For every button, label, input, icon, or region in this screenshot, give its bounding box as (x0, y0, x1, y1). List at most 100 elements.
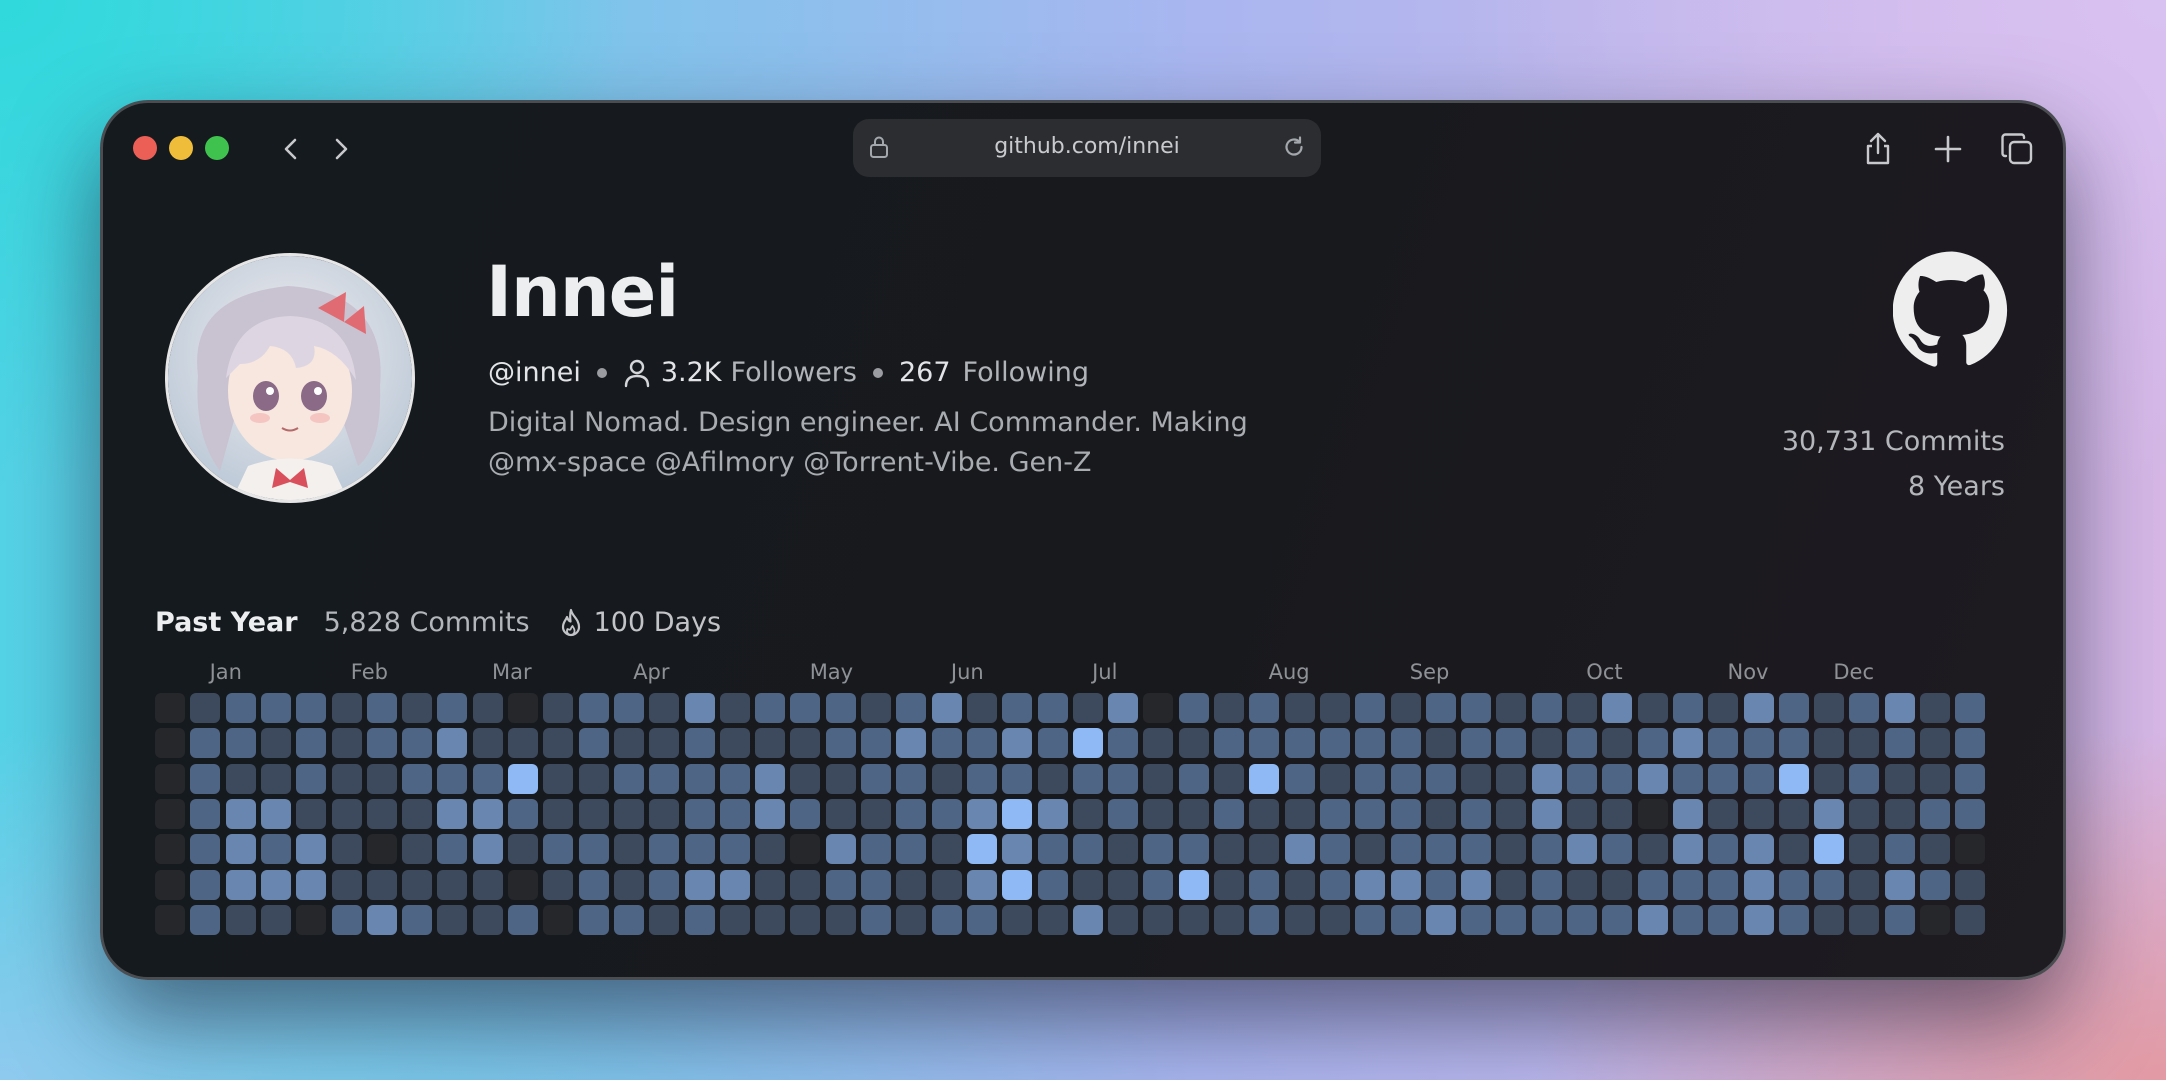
contribution-cell[interactable] (755, 904, 786, 935)
contribution-cell[interactable] (1355, 798, 1386, 829)
contribution-cell[interactable] (1708, 834, 1739, 865)
contribution-cell[interactable] (402, 834, 433, 865)
contribution-cell[interactable] (755, 693, 786, 723)
contribution-cell[interactable] (1390, 834, 1421, 865)
contribution-cell[interactable] (825, 763, 856, 794)
contribution-cell[interactable] (1214, 834, 1244, 865)
contribution-cell[interactable] (543, 798, 574, 829)
contribution-cell[interactable] (1814, 834, 1845, 865)
contribution-cell[interactable] (1496, 869, 1527, 900)
contribution-cell[interactable] (472, 798, 503, 829)
contribution-cell[interactable] (1743, 904, 1774, 935)
contribution-cell[interactable] (1037, 728, 1068, 759)
close-window-button[interactable] (133, 136, 157, 160)
contribution-cell[interactable] (260, 869, 291, 900)
contribution-cell[interactable] (1884, 904, 1915, 935)
following-label[interactable]: Following (963, 357, 1089, 388)
reload-icon[interactable] (1281, 134, 1307, 160)
contribution-cell[interactable] (402, 728, 433, 759)
contribution-cell[interactable] (861, 904, 891, 935)
contribution-cell[interactable] (1249, 834, 1280, 865)
contribution-cell[interactable] (825, 904, 856, 935)
contribution-cell[interactable] (508, 834, 538, 865)
contribution-cell[interactable] (1955, 904, 1986, 935)
contribution-cell[interactable] (1390, 728, 1421, 759)
contribution-cell[interactable] (1955, 693, 1986, 723)
following-count[interactable]: 267 (899, 357, 951, 388)
contribution-cell[interactable] (225, 904, 256, 935)
contribution-cell[interactable] (1249, 798, 1280, 829)
contribution-cell[interactable] (1778, 834, 1809, 865)
contribution-cell[interactable] (260, 693, 291, 723)
contribution-cell[interactable] (1037, 834, 1068, 865)
contribution-cell[interactable] (1108, 834, 1139, 865)
contribution-cell[interactable] (1143, 798, 1174, 829)
contribution-cell[interactable] (1002, 869, 1033, 900)
contribution-cell[interactable] (755, 869, 786, 900)
contribution-cell[interactable] (719, 763, 750, 794)
contribution-cell[interactable] (1531, 904, 1562, 935)
contribution-cell[interactable] (1955, 834, 1986, 865)
contribution-cell[interactable] (896, 763, 927, 794)
contribution-cell[interactable] (1778, 798, 1809, 829)
contribution-cell[interactable] (1778, 693, 1809, 723)
contribution-cell[interactable] (260, 834, 291, 865)
contribution-cell[interactable] (896, 904, 927, 935)
contribution-cell[interactable] (613, 728, 644, 759)
contribution-cell[interactable] (225, 869, 256, 900)
contribution-cell[interactable] (1284, 798, 1315, 829)
contribution-cell[interactable] (331, 834, 362, 865)
contribution-cell[interactable] (1178, 728, 1209, 759)
contribution-cell[interactable] (1567, 728, 1597, 759)
contribution-cell[interactable] (543, 693, 574, 723)
contribution-cell[interactable] (790, 798, 821, 829)
contribution-cell[interactable] (1390, 904, 1421, 935)
contribution-cell[interactable] (1284, 904, 1315, 935)
contribution-cell[interactable] (861, 798, 891, 829)
contribution-cell[interactable] (790, 834, 821, 865)
contribution-cell[interactable] (1672, 693, 1703, 723)
contribution-cell[interactable] (613, 763, 644, 794)
forward-icon[interactable] (325, 133, 357, 165)
contribution-cell[interactable] (1496, 798, 1527, 829)
contribution-cell[interactable] (1284, 763, 1315, 794)
contribution-cell[interactable] (472, 763, 503, 794)
contribution-cell[interactable] (649, 834, 680, 865)
contribution-cell[interactable] (402, 693, 433, 723)
contribution-cell[interactable] (1672, 834, 1703, 865)
contribution-cell[interactable] (1214, 693, 1244, 723)
contribution-cell[interactable] (1955, 869, 1986, 900)
contribution-cell[interactable] (1920, 904, 1950, 935)
contribution-cell[interactable] (1072, 693, 1103, 723)
contribution-cell[interactable] (155, 869, 185, 900)
contribution-cell[interactable] (190, 834, 221, 865)
contribution-cell[interactable] (966, 728, 997, 759)
contribution-cell[interactable] (1778, 763, 1809, 794)
contribution-cell[interactable] (190, 693, 221, 723)
contribution-cell[interactable] (1072, 763, 1103, 794)
contribution-cell[interactable] (1531, 798, 1562, 829)
contribution-cell[interactable] (1920, 728, 1950, 759)
contribution-cell[interactable] (1319, 798, 1350, 829)
contribution-cell[interactable] (1814, 693, 1845, 723)
contribution-cell[interactable] (1002, 904, 1033, 935)
contribution-cell[interactable] (1884, 693, 1915, 723)
contribution-cell[interactable] (1108, 869, 1139, 900)
contribution-cell[interactable] (684, 869, 715, 900)
contribution-cell[interactable] (649, 869, 680, 900)
contribution-cell[interactable] (613, 834, 644, 865)
contribution-cell[interactable] (1743, 798, 1774, 829)
contribution-cell[interactable] (1425, 798, 1456, 829)
contribution-cell[interactable] (1849, 763, 1880, 794)
contribution-cell[interactable] (719, 834, 750, 865)
contribution-cell[interactable] (1249, 763, 1280, 794)
contribution-cell[interactable] (1425, 763, 1456, 794)
contribution-cell[interactable] (1567, 798, 1597, 829)
avatar[interactable] (165, 253, 415, 503)
contribution-cell[interactable] (1531, 869, 1562, 900)
contribution-cell[interactable] (1920, 763, 1950, 794)
contribution-cell[interactable] (1602, 834, 1633, 865)
contribution-cell[interactable] (966, 834, 997, 865)
contribution-cell[interactable] (931, 693, 962, 723)
contribution-cell[interactable] (437, 869, 468, 900)
